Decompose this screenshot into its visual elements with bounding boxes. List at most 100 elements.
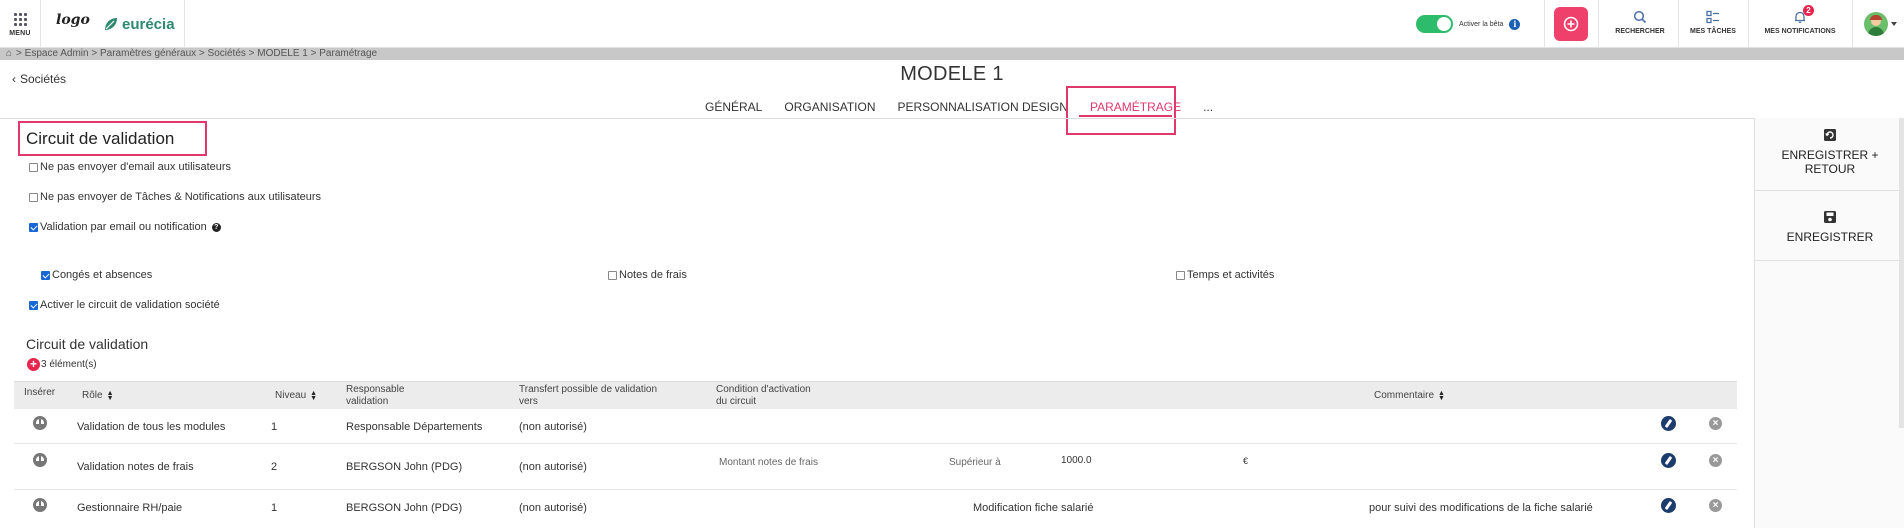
tab-organisation[interactable]: ORGANISATION — [784, 100, 875, 118]
cell-transfer: (non autorisé) — [519, 421, 587, 433]
notification-count-badge: 2 — [1803, 5, 1814, 16]
cell-level: 1 — [271, 421, 278, 433]
condition-field[interactable]: Montant notes de frais — [719, 457, 818, 468]
breadcrumb-path[interactable]: > Espace Admin > Paramètres généraux > S… — [16, 48, 377, 60]
option-validation-email-notification[interactable]: Validation par email ou notification ? — [29, 221, 221, 233]
module-notes-de-frais[interactable]: Notes de frais — [608, 269, 687, 281]
sort-icon[interactable]: ▲ ▼ — [310, 390, 317, 402]
sort-icon[interactable]: ▲ ▼ — [107, 390, 114, 402]
tab-more[interactable]: ... — [1203, 100, 1213, 118]
notifications-label: MES NOTIFICATIONS — [1764, 28, 1836, 35]
search-icon — [1633, 10, 1647, 24]
option-no-tasks-notifications[interactable]: Ne pas envoyer de Tâches & Notifications… — [29, 191, 321, 203]
insert-row-icon[interactable] — [33, 498, 47, 512]
edit-icon[interactable] — [1661, 498, 1676, 513]
save-button[interactable]: ENREGISTRER — [1755, 210, 1904, 244]
checkbox-activate-circuit[interactable] — [29, 300, 38, 310]
brand-name: eurécia — [122, 15, 175, 33]
save-and-return-button[interactable]: ENREGISTRER + RETOUR — [1755, 128, 1904, 176]
save-label: ENREGISTRER — [1786, 230, 1874, 244]
condition-field[interactable]: Modification fiche salarié — [973, 502, 1093, 514]
insert-row-icon[interactable] — [33, 453, 47, 467]
amount-field[interactable]: 1000.0 — [1061, 455, 1092, 466]
module-label: Notes de frais — [619, 269, 687, 281]
insert-row-icon[interactable] — [33, 416, 47, 430]
column-transfer: Transfert possible de validation vers — [519, 382, 657, 410]
beta-label: Activer la bêta — [1459, 20, 1504, 28]
column-comment[interactable]: Commentaire ▲ ▼ — [1374, 382, 1445, 410]
table-row: Validation de tous les modules 1 Respons… — [14, 409, 1737, 444]
column-condition-line1: Condition d'activation — [716, 384, 811, 395]
edit-icon[interactable] — [1661, 416, 1676, 431]
tasks-icon — [1706, 10, 1719, 24]
column-role-label: Rôle — [82, 390, 103, 401]
cell-responsible: BERGSON John (PDG) — [346, 502, 463, 514]
leaf-icon — [105, 18, 117, 30]
search-button[interactable]: RECHERCHER — [1606, 0, 1674, 48]
sort-icon[interactable]: ▲ ▼ — [1438, 390, 1445, 402]
cell-transfer: (non autorisé) — [519, 502, 587, 514]
brand-logo[interactable]: eurécia — [103, 14, 175, 34]
element-count-label: 3 élément(s) — [41, 359, 97, 370]
beta-toggle[interactable] — [1416, 15, 1453, 33]
option-label: Ne pas envoyer d'email aux utilisateurs — [40, 161, 232, 173]
info-icon[interactable]: i — [1509, 18, 1521, 30]
cell-level: 1 — [271, 502, 278, 514]
save-icon — [1824, 211, 1836, 223]
divider — [1748, 0, 1749, 48]
option-no-email[interactable]: Ne pas envoyer d'email aux utilisateurs — [29, 161, 231, 173]
option-label: Validation par email ou notification — [40, 221, 207, 233]
divider — [1598, 0, 1599, 48]
tab-personnalisation-design[interactable]: PERSONNALISATION DESIGN — [897, 100, 1067, 118]
menu-button[interactable]: MENU — [0, 0, 40, 48]
save-and-return-label-line2: RETOUR — [1804, 162, 1856, 176]
tab-general[interactable]: GÉNÉRAL — [705, 100, 762, 118]
tasks-label: MES TÂCHES — [1690, 28, 1736, 35]
tab-highlight-box — [1066, 86, 1176, 135]
delete-icon[interactable]: × — [1709, 417, 1722, 430]
divider — [1755, 260, 1904, 261]
cell-role: Validation notes de frais — [77, 461, 194, 473]
checkbox-notes-de-frais[interactable] — [608, 270, 617, 280]
column-level[interactable]: Niveau ▲ ▼ — [275, 382, 317, 410]
cell-level: 2 — [271, 461, 278, 473]
column-transfer-line2: vers — [519, 396, 538, 407]
cell-comment: pour suivi des modifications de la fiche… — [1369, 502, 1593, 514]
divider — [1544, 0, 1545, 48]
checkbox-no-tasks-notifications[interactable] — [29, 192, 38, 202]
element-count: + 3 élément(s) — [27, 358, 97, 371]
edit-icon[interactable] — [1661, 453, 1676, 468]
column-role[interactable]: Rôle ▲ ▼ — [82, 382, 114, 410]
module-label: Congés et absences — [52, 269, 153, 281]
tasks-button[interactable]: MES TÂCHES — [1682, 0, 1744, 48]
circuit-title: Circuit de validation — [26, 336, 149, 352]
grid-icon — [13, 13, 27, 26]
module-temps-activites[interactable]: Temps et activités — [1176, 269, 1274, 281]
checkbox-no-email[interactable] — [29, 162, 38, 172]
help-icon[interactable]: ? — [211, 222, 221, 232]
cell-responsible: BERGSON John (PDG) — [346, 461, 463, 473]
checkbox-validation-email-notification[interactable] — [29, 222, 38, 232]
cell-responsible: Responsable Départements — [346, 421, 483, 433]
module-conges-absences[interactable]: Congés et absences — [41, 269, 152, 281]
scrollbar[interactable] — [1899, 118, 1904, 428]
option-activate-circuit[interactable]: Activer le circuit de validation société — [29, 299, 220, 311]
chevron-down-icon[interactable] — [1891, 22, 1897, 26]
company-logo[interactable]: logo — [56, 12, 90, 28]
delete-icon[interactable]: × — [1709, 499, 1722, 512]
column-comment-label: Commentaire — [1374, 390, 1435, 401]
user-avatar[interactable] — [1864, 12, 1888, 36]
delete-icon[interactable]: × — [1709, 454, 1722, 467]
currency-label: € — [1243, 456, 1249, 466]
home-icon[interactable]: ⌂ — [6, 48, 12, 60]
notifications-button[interactable]: MES NOTIFICATIONS — [1752, 0, 1848, 48]
column-condition-line2: du circuit — [716, 396, 757, 407]
table-row: Gestionnaire RH/paie 1 BERGSON John (PDG… — [14, 490, 1737, 528]
add-row-button[interactable]: + — [27, 358, 40, 371]
operator-field[interactable]: Supérieur à — [949, 457, 1001, 468]
divider — [40, 0, 41, 48]
checkbox-temps-activites[interactable] — [1176, 270, 1185, 280]
action-side-panel: ENREGISTRER + RETOUR ENREGISTRER — [1754, 118, 1904, 528]
checkbox-conges-absences[interactable] — [41, 270, 50, 280]
quick-add-button[interactable] — [1554, 7, 1588, 41]
